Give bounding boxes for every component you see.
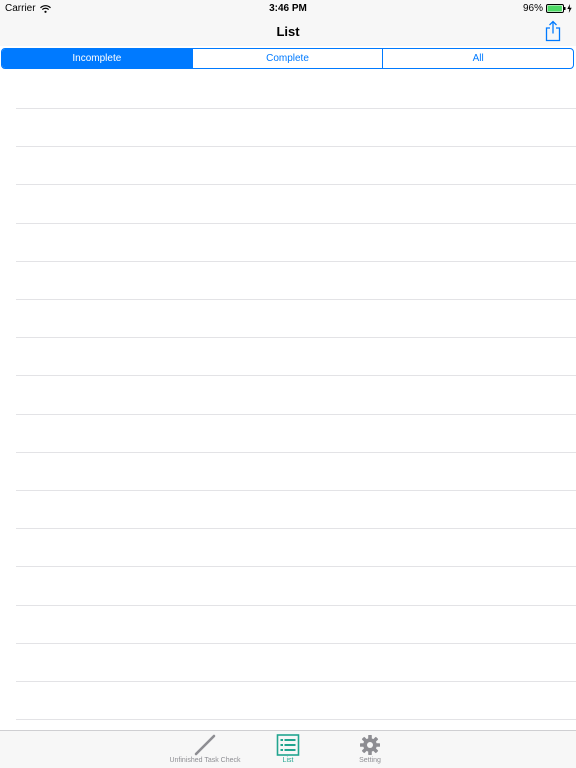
row-separator bbox=[16, 719, 576, 720]
tab-setting[interactable]: Setting bbox=[325, 731, 415, 768]
row-separator bbox=[16, 490, 576, 491]
battery-percent: 96% bbox=[522, 3, 543, 14]
row-separator bbox=[16, 566, 576, 567]
status-time: 3:46 PM bbox=[269, 3, 307, 14]
segment-complete[interactable]: Complete bbox=[193, 49, 384, 68]
tab-list[interactable]: List bbox=[243, 731, 333, 768]
row-separator bbox=[16, 146, 576, 147]
row-separator bbox=[16, 299, 576, 300]
list-icon bbox=[276, 734, 300, 756]
page-title: List bbox=[276, 24, 300, 39]
row-separator bbox=[16, 681, 576, 682]
tab-unfinished-task-check[interactable]: Unfinished Task Check bbox=[160, 731, 250, 768]
row-separator bbox=[16, 375, 576, 376]
row-separator bbox=[16, 528, 576, 529]
share-button[interactable] bbox=[544, 20, 562, 42]
battery-icon bbox=[546, 4, 566, 13]
tab-label: Unfinished Task Check bbox=[169, 757, 241, 764]
row-separator bbox=[16, 605, 576, 606]
row-separator bbox=[16, 108, 576, 109]
charging-bolt-icon bbox=[567, 4, 572, 13]
tab-label: List bbox=[282, 757, 294, 764]
task-list[interactable] bbox=[0, 71, 576, 730]
share-icon bbox=[545, 20, 561, 42]
row-separator bbox=[16, 223, 576, 224]
status-bar: Carrier 3:46 PM 96% bbox=[0, 0, 576, 16]
segment-all[interactable]: All bbox=[383, 49, 573, 68]
segment-incomplete[interactable]: Incomplete bbox=[2, 49, 193, 68]
status-right: 96% bbox=[523, 3, 572, 14]
row-separator bbox=[16, 414, 576, 415]
row-separator bbox=[16, 643, 576, 644]
tab-bar: Unfinished Task Check List Setting bbox=[0, 730, 576, 768]
pencil-icon bbox=[194, 734, 216, 756]
navigation-bar: List bbox=[0, 16, 576, 46]
tab-label: Setting bbox=[359, 757, 381, 764]
gear-icon bbox=[360, 735, 380, 755]
filter-segmented-control: Incomplete Complete All bbox=[1, 48, 574, 69]
row-separator bbox=[16, 337, 576, 338]
row-separator bbox=[16, 452, 576, 453]
row-separator bbox=[16, 184, 576, 185]
row-separator bbox=[16, 261, 576, 262]
